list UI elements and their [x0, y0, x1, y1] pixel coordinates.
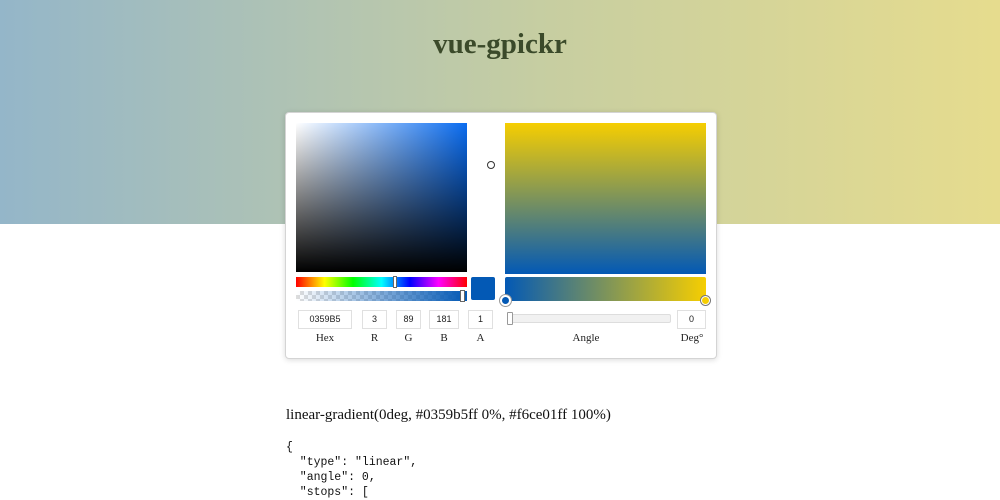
saturation-value-area[interactable] [296, 123, 467, 272]
alpha-label: A [476, 332, 485, 344]
gradient-picker-panel: 0359B5 3 89 181 1 Hex R G B A Angle 0 De… [285, 112, 717, 359]
json-line: "angle": 0, [286, 471, 376, 484]
saturation-value-handle[interactable] [487, 161, 495, 169]
alpha-input[interactable]: 1 [468, 310, 493, 329]
blue-label: B [440, 332, 448, 344]
css-output-text: linear-gradient(0deg, #0359b5ff 0%, #f6c… [286, 407, 611, 423]
gradient-stops-bar[interactable] [505, 277, 706, 301]
angle-slider[interactable] [507, 314, 671, 323]
green-label: G [404, 332, 413, 344]
angle-label: Angle [572, 332, 600, 344]
hue-slider-handle[interactable] [393, 276, 397, 288]
current-color-swatch [471, 277, 495, 300]
angle-slider-handle[interactable] [507, 312, 513, 325]
alpha-slider[interactable] [296, 291, 467, 301]
gradient-stop-handle[interactable] [701, 296, 710, 305]
alpha-slider-handle[interactable] [460, 290, 465, 302]
gradient-stop-handle[interactable] [500, 295, 511, 306]
blue-input[interactable]: 181 [429, 310, 459, 329]
angle-degree-input[interactable]: 0 [677, 310, 706, 329]
red-label: R [370, 332, 379, 344]
red-input[interactable]: 3 [362, 310, 387, 329]
gradient-preview [505, 123, 706, 274]
json-output-text: { "type": "linear", "angle": 0, "stops":… [286, 440, 417, 500]
hue-slider[interactable] [296, 277, 467, 287]
page-title: vue-gpickr [433, 28, 567, 60]
green-input[interactable]: 89 [396, 310, 421, 329]
json-line: { [286, 441, 293, 454]
degree-label: Deg° [680, 332, 704, 344]
hex-input[interactable]: 0359B5 [298, 310, 352, 329]
hex-label: Hex [315, 332, 335, 344]
json-line: "stops": [ [286, 486, 369, 499]
json-line: "type": "linear", [286, 456, 418, 469]
